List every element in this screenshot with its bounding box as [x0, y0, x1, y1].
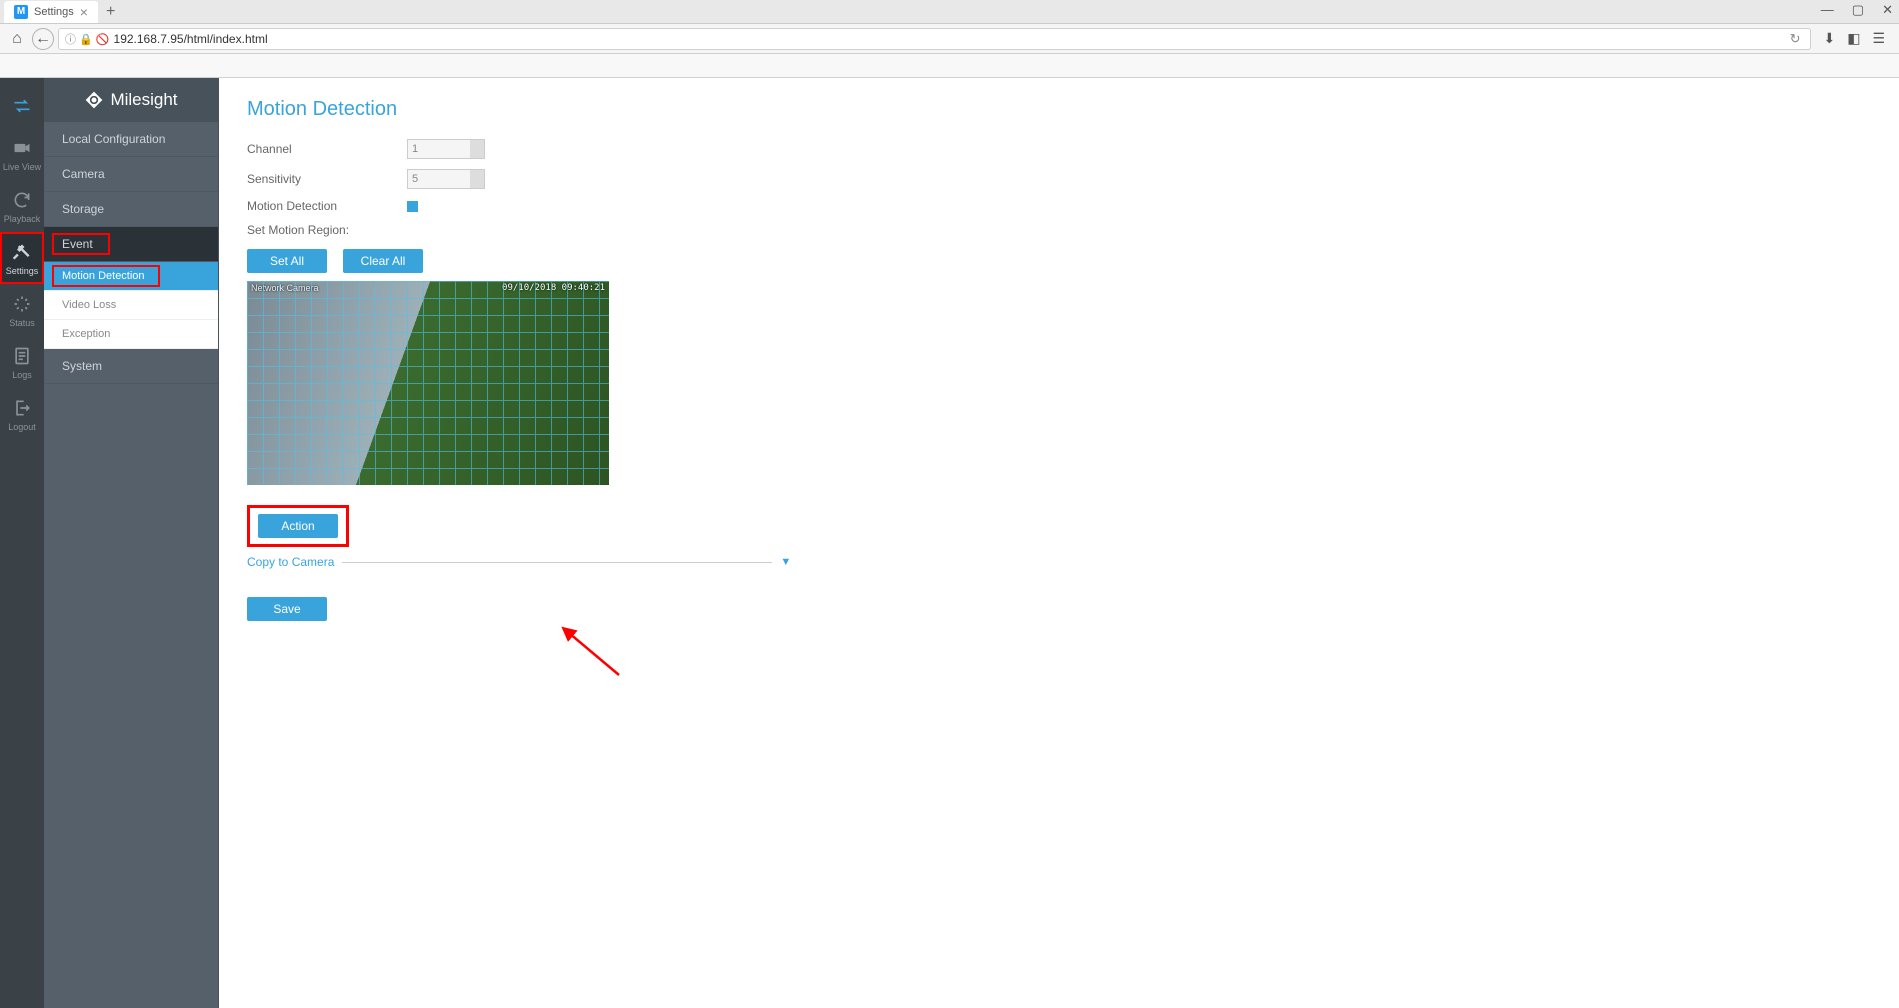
rail-swap[interactable]: [0, 86, 44, 128]
subnav-video-loss[interactable]: Video Loss: [44, 291, 218, 320]
refresh-icon[interactable]: ↻: [1786, 31, 1805, 47]
subnav-exception[interactable]: Exception: [44, 320, 218, 349]
rail-live-view[interactable]: Live View: [0, 128, 44, 180]
page-title: Motion Detection: [247, 98, 1871, 121]
rail-settings[interactable]: Settings: [0, 232, 44, 284]
motion-label: Motion Detection: [247, 199, 407, 213]
save-button[interactable]: Save: [247, 597, 327, 621]
sensitivity-label: Sensitivity: [247, 172, 407, 186]
nav-local-configuration[interactable]: Local Configuration: [44, 122, 218, 157]
app-container: Live View Playback Settings Status Logs …: [0, 78, 1899, 1008]
motion-region-grid[interactable]: Network Camera 09/10/2018 09:40:21: [247, 281, 609, 485]
rail-playback[interactable]: Playback: [0, 180, 44, 232]
channel-row: Channel 1: [247, 139, 1871, 159]
browser-chrome: M Settings × + — ▢ ✕ ⌂ ← ⓘ 🔒 🚫 192.168.7…: [0, 0, 1899, 78]
motion-row: Motion Detection: [247, 199, 1871, 213]
tab-bar: M Settings × + — ▢ ✕: [0, 0, 1899, 24]
maximize-icon[interactable]: ▢: [1852, 2, 1864, 18]
region-label: Set Motion Region:: [247, 223, 1871, 237]
address-bar: ⌂ ← ⓘ 🔒 🚫 192.168.7.95/html/index.html ↻…: [0, 24, 1899, 54]
url-input[interactable]: ⓘ 🔒 🚫 192.168.7.95/html/index.html ↻: [58, 28, 1811, 50]
channel-label: Channel: [247, 142, 407, 156]
back-button[interactable]: ←: [32, 28, 54, 50]
action-highlight: Action: [247, 505, 349, 547]
region-buttons: Set All Clear All: [247, 249, 1871, 273]
rail-status[interactable]: Status: [0, 284, 44, 336]
url-text: 192.168.7.95/html/index.html: [114, 32, 1782, 46]
new-tab-button[interactable]: +: [98, 3, 123, 21]
menu-icon[interactable]: ☰: [1872, 30, 1885, 47]
minimize-icon[interactable]: —: [1821, 2, 1834, 18]
sensitivity-row: Sensitivity 5: [247, 169, 1871, 189]
nav-event[interactable]: Event: [44, 227, 218, 262]
subnav-motion-detection[interactable]: Motion Detection: [44, 262, 218, 291]
set-all-button[interactable]: Set All: [247, 249, 327, 273]
rail-logs[interactable]: Logs: [0, 336, 44, 388]
sidebar: Milesight Local Configuration Camera Sto…: [44, 78, 219, 1008]
icon-rail: Live View Playback Settings Status Logs …: [0, 78, 44, 1008]
annotation-arrow: [559, 625, 629, 685]
sensitivity-select[interactable]: 5: [407, 169, 485, 189]
chevron-down-icon: ▼: [780, 556, 791, 568]
copy-to-camera-row[interactable]: Copy to Camera ▼: [247, 555, 1871, 569]
bookmark-bar: [0, 54, 1899, 78]
action-button[interactable]: Action: [258, 514, 338, 538]
browser-tools: ⬇ ◧ ☰: [1815, 30, 1893, 47]
channel-select[interactable]: 1: [407, 139, 485, 159]
content-area: Motion Detection Channel 1 Sensitivity 5…: [219, 78, 1899, 1008]
nav-camera[interactable]: Camera: [44, 157, 218, 192]
download-icon[interactable]: ⬇: [1823, 30, 1835, 47]
window-controls: — ▢ ✕: [1821, 2, 1893, 18]
rail-logout[interactable]: Logout: [0, 388, 44, 440]
copy-label: Copy to Camera: [247, 555, 334, 569]
close-window-icon[interactable]: ✕: [1882, 2, 1893, 18]
nav-system[interactable]: System: [44, 349, 218, 384]
nav-storage[interactable]: Storage: [44, 192, 218, 227]
panel-icon[interactable]: ◧: [1847, 30, 1860, 47]
home-button[interactable]: ⌂: [6, 28, 28, 50]
clear-all-button[interactable]: Clear All: [343, 249, 423, 273]
security-icons: ⓘ 🔒 🚫: [65, 31, 110, 47]
grid-overlay: [247, 281, 609, 485]
motion-checkbox[interactable]: [407, 201, 418, 212]
browser-tab[interactable]: M Settings ×: [4, 1, 98, 23]
close-tab-icon[interactable]: ×: [80, 4, 88, 20]
brand-logo: Milesight: [44, 78, 218, 122]
divider: [342, 562, 772, 563]
tab-title: Settings: [34, 6, 74, 18]
favicon: M: [14, 5, 28, 19]
subnav: Motion Detection Video Loss Exception: [44, 262, 218, 349]
